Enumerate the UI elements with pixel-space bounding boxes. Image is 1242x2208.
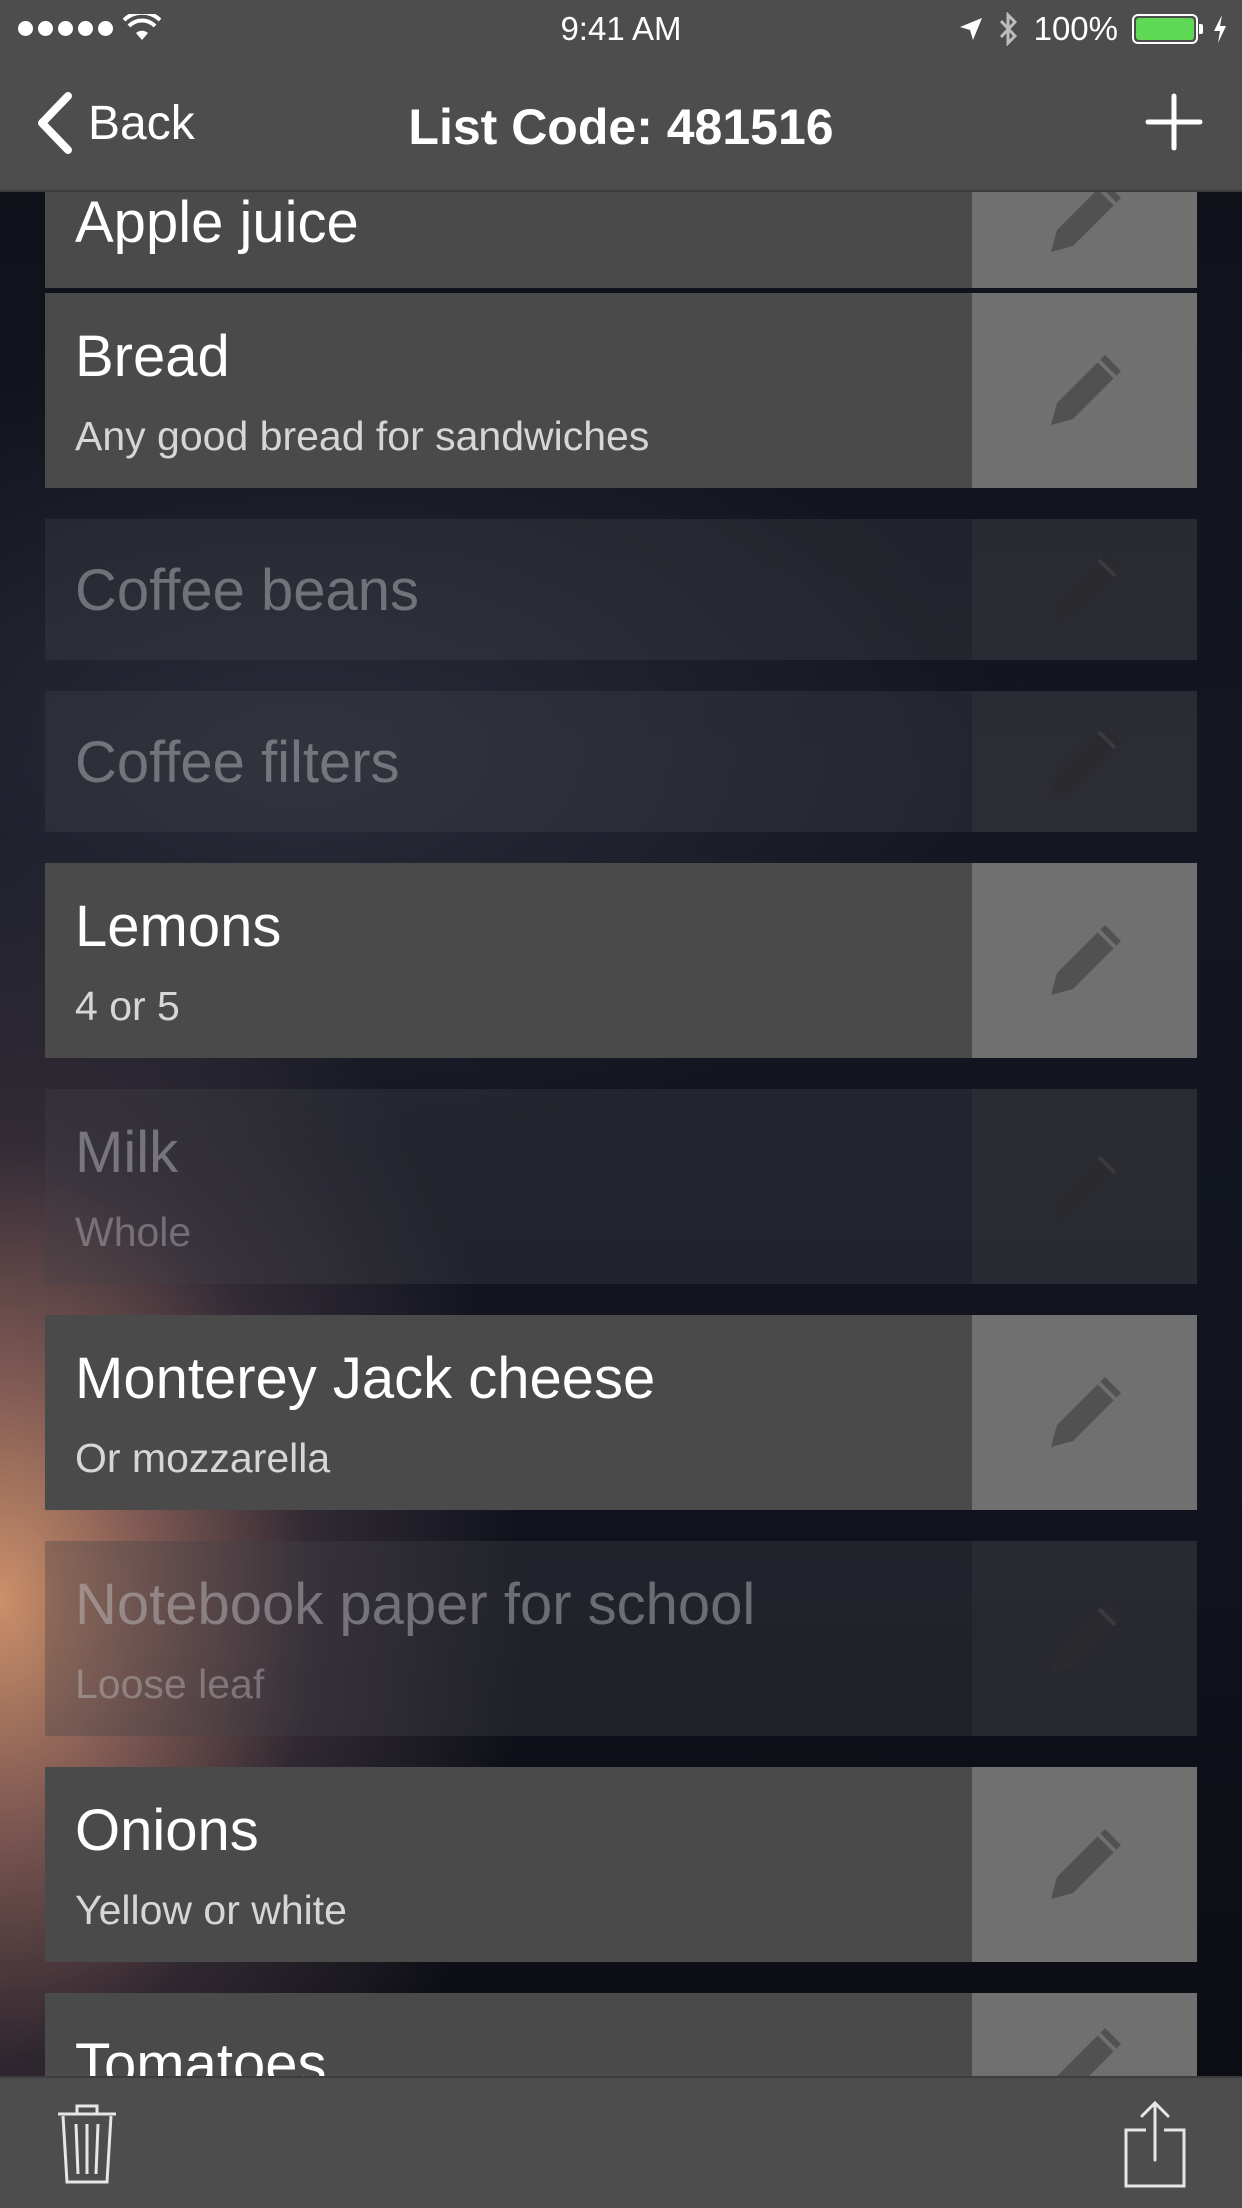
list-item[interactable]: Lemons 4 or 5	[45, 863, 1197, 1058]
status-right: 100%	[958, 10, 1228, 48]
item-title: Lemons	[75, 894, 282, 959]
list-item-body[interactable]: Lemons 4 or 5	[45, 863, 972, 1058]
item-note: Yellow or white	[75, 1887, 347, 1933]
bottom-toolbar	[0, 2076, 1242, 2208]
list-item[interactable]: Milk Whole	[45, 1089, 1197, 1284]
list-item[interactable]: Apple juice	[45, 192, 1197, 288]
edit-button[interactable]	[972, 863, 1197, 1058]
list-item-body[interactable]: Notebook paper for school Loose leaf	[45, 1541, 972, 1736]
pencil-icon	[1050, 1376, 1121, 1447]
list-item-body[interactable]: Bread Any good bread for sandwiches	[45, 293, 972, 488]
item-title: Coffee beans	[75, 558, 419, 623]
charging-bolt-icon	[1214, 15, 1226, 43]
edit-button[interactable]	[972, 519, 1197, 660]
location-arrow-icon	[959, 18, 982, 40]
item-title: Monterey Jack cheese	[75, 1346, 656, 1411]
list-item[interactable]: Bread Any good bread for sandwiches	[45, 293, 1197, 488]
list-item[interactable]: Tomatoes	[45, 1993, 1197, 2076]
edit-button[interactable]	[972, 1993, 1197, 2076]
item-title: Onions	[75, 1798, 259, 1863]
item-note: Or mozzarella	[75, 1435, 331, 1481]
pencil-icon	[1050, 354, 1121, 425]
page-title: List Code: 481516	[408, 99, 834, 155]
list-item-body[interactable]: Monterey Jack cheese Or mozzarella	[45, 1315, 972, 1510]
item-title: Coffee filters	[75, 730, 400, 795]
battery-icon	[1132, 14, 1203, 44]
list-item[interactable]: Coffee beans	[45, 519, 1197, 660]
item-note: Any good bread for sandwiches	[75, 413, 650, 459]
edit-button[interactable]	[972, 691, 1197, 832]
status-bar: 9:41 AM 100%	[0, 0, 1242, 62]
list-item-body[interactable]: Coffee filters	[45, 691, 972, 832]
list-item-body[interactable]: Coffee beans	[45, 519, 972, 660]
list-item-body[interactable]: Tomatoes	[45, 1993, 972, 2076]
edit-button[interactable]	[972, 1315, 1197, 1510]
list-item[interactable]: Coffee filters	[45, 691, 1197, 832]
edit-button[interactable]	[972, 1541, 1197, 1736]
item-title: Tomatoes	[75, 2032, 327, 2076]
pencil-icon	[1050, 1828, 1121, 1899]
list-item[interactable]: Onions Yellow or white	[45, 1767, 1197, 1962]
edit-button[interactable]	[972, 192, 1197, 288]
share-icon[interactable]	[1122, 2100, 1188, 2188]
item-title: Notebook paper for school	[75, 1572, 756, 1637]
plus-icon[interactable]	[1144, 92, 1204, 152]
pencil-icon	[1050, 1150, 1121, 1221]
pencil-icon	[1050, 924, 1121, 995]
item-title: Apple juice	[75, 192, 359, 255]
item-note: Whole	[75, 1209, 192, 1255]
pencil-icon	[1050, 1602, 1121, 1673]
item-title: Bread	[75, 324, 230, 389]
list-item-body[interactable]: Milk Whole	[45, 1089, 972, 1284]
navigation-bar: Back List Code: 481516	[0, 62, 1242, 192]
item-note: Loose leaf	[75, 1661, 265, 1707]
edit-button[interactable]	[972, 1089, 1197, 1284]
list-item[interactable]: Notebook paper for school Loose leaf	[45, 1541, 1197, 1736]
item-note: 4 or 5	[75, 983, 180, 1029]
pencil-icon	[1050, 553, 1121, 624]
pencil-icon	[1050, 725, 1121, 796]
list-item-body[interactable]: Apple juice	[45, 192, 972, 288]
shopping-list[interactable]: Apple juice Bread Any good bread for sand…	[0, 192, 1242, 2076]
item-title: Milk	[75, 1120, 179, 1185]
pencil-icon	[1056, 2027, 1121, 2076]
edit-button[interactable]	[972, 293, 1197, 488]
pencil-icon	[1050, 192, 1121, 252]
list-item[interactable]: Monterey Jack cheese Or mozzarella	[45, 1315, 1197, 1510]
battery-percent: 100%	[1033, 10, 1118, 47]
bluetooth-icon	[999, 12, 1017, 46]
trash-icon[interactable]	[54, 2102, 120, 2186]
list-item-body[interactable]: Onions Yellow or white	[45, 1767, 972, 1962]
edit-button[interactable]	[972, 1767, 1197, 1962]
